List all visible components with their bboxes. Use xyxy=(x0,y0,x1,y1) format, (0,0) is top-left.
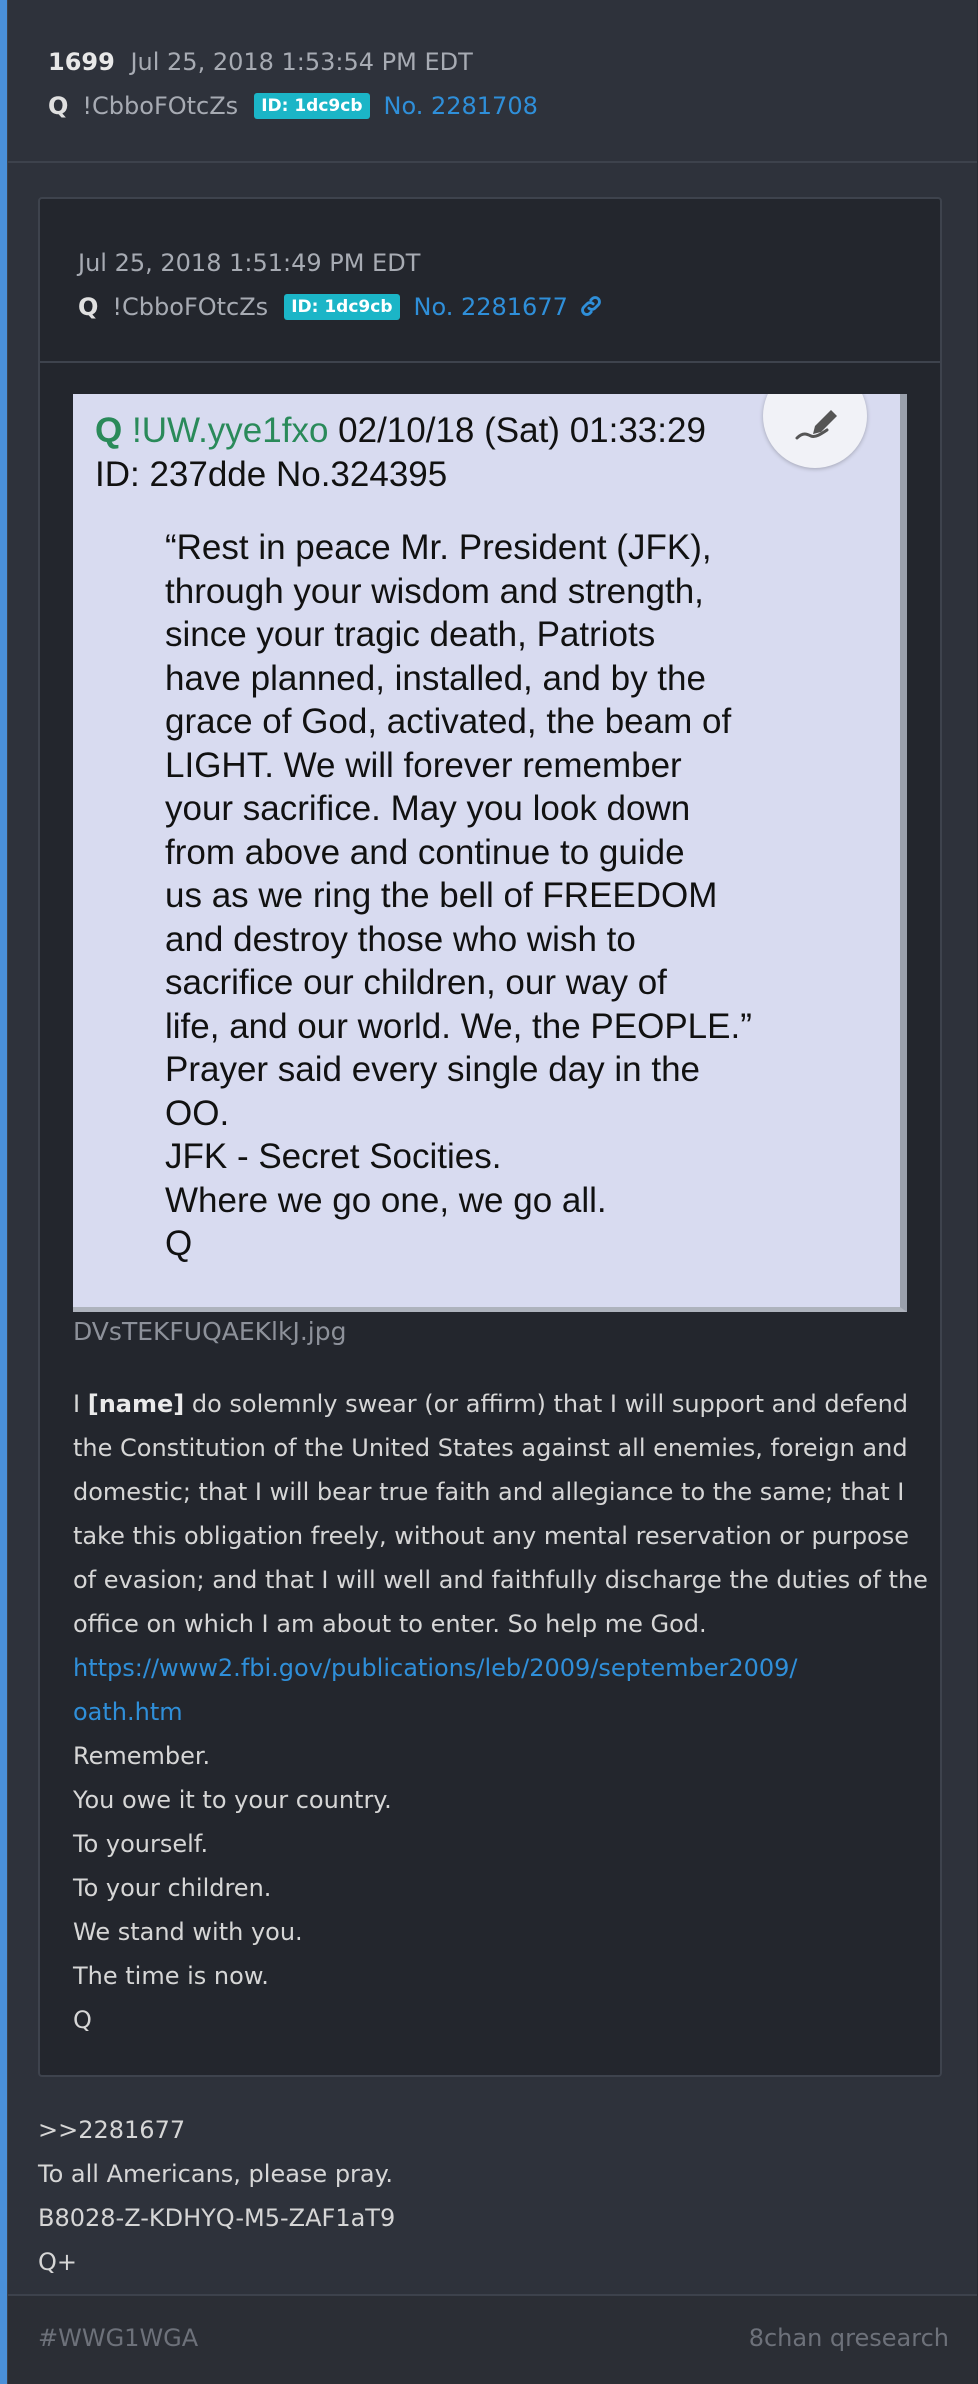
page-frame: 1699 Jul 25, 2018 1:53:54 PM EDT Q !Cbbo… xyxy=(0,0,978,2384)
post-date: Jul 25, 2018 1:53:54 PM EDT xyxy=(130,48,473,76)
source-label: 8chan qresearch xyxy=(748,2324,949,2352)
post-body: >>2281677 To all Americans, please pray.… xyxy=(38,2108,395,2284)
body-line: Q xyxy=(73,2006,92,2034)
quoted-post-tripcode: !CbboFOtcZs xyxy=(112,293,269,321)
post-footer: #WWG1WGA 8chan qresearch xyxy=(8,2296,977,2384)
post-header: 1699 Jul 25, 2018 1:53:54 PM EDT Q !Cbbo… xyxy=(48,42,538,126)
image-id-line: ID: 237dde No.324395 xyxy=(95,455,448,494)
accent-bar xyxy=(0,0,7,2384)
image-text-line: Where we go one, we go all. xyxy=(165,1180,607,1220)
quoted-post-id-badge: ID: 1dc9cb xyxy=(284,294,400,320)
reply-line: Q+ xyxy=(38,2248,77,2276)
quoted-post-header: Jul 25, 2018 1:51:49 PM EDT Q !CbboFOtcZ… xyxy=(78,243,604,327)
image-text-line: through your wisdom and strength, xyxy=(165,571,704,611)
quoted-post-body: I [name] do solemnly swear (or affirm) t… xyxy=(73,1382,933,2042)
image-text-line: us as we ring the bell of FREEDOM xyxy=(165,876,718,915)
post-author: Q xyxy=(48,92,69,120)
image-text-line: and destroy those who wish to xyxy=(165,919,636,959)
post-tripcode: !CbboFOtcZs xyxy=(82,92,239,120)
image-text-line: from above and continue to guide xyxy=(165,832,685,872)
body-line: You owe it to your country. xyxy=(73,1786,392,1814)
image-text-body: “Rest in peace Mr. President (JFK), thro… xyxy=(165,526,845,1266)
image-text-line: life, and our world. We, the PEOPLE.” xyxy=(165,1006,752,1046)
quoted-post-number-link[interactable]: No. 2281677 xyxy=(414,287,568,327)
oath-prefix: I xyxy=(73,1390,88,1418)
image-text-line: LIGHT. We will forever remember xyxy=(165,745,682,785)
fbi-oath-link-part1[interactable]: https://www2.fbi.gov/publications/leb/20… xyxy=(73,1654,798,1682)
attached-image[interactable]: Q !UW.yye1fxo 02/10/18 (Sat) 01:33:29 ID… xyxy=(73,394,907,1312)
body-line: To your children. xyxy=(73,1874,272,1902)
image-text-line: since your tragic death, Patriots xyxy=(165,615,656,654)
image-text-line: JFK - Secret Socities. xyxy=(165,1137,502,1176)
image-text-line: have planned, installed, and by the xyxy=(165,658,706,698)
quoted-post-author: Q xyxy=(78,293,99,321)
hashtag-label: #WWG1WGA xyxy=(38,2324,199,2352)
image-text-line: your sacrifice. May you look down xyxy=(165,789,691,828)
quoted-post-date: Jul 25, 2018 1:51:49 PM EDT xyxy=(78,249,421,277)
image-text-line: Q xyxy=(165,1224,193,1263)
link-icon[interactable] xyxy=(578,287,604,327)
fbi-oath-link[interactable]: https://www2.fbi.gov/publications/leb/20… xyxy=(73,1646,933,1734)
post-number-link[interactable]: No. 2281708 xyxy=(384,86,538,126)
image-text-line: sacrifice our children, our way of xyxy=(165,963,667,1002)
body-line: To yourself. xyxy=(73,1830,209,1858)
reply-backlink[interactable]: >>2281677 xyxy=(38,2108,395,2152)
post-number: 1699 xyxy=(48,48,115,76)
fbi-oath-link-part2[interactable]: oath.htm xyxy=(73,1698,183,1726)
oath-paragraph: I [name] do solemnly swear (or affirm) t… xyxy=(73,1382,933,1646)
signature-pen-icon xyxy=(763,394,867,468)
image-text-line: OO. xyxy=(165,1093,230,1133)
reply-line: B8028-Z-KDHYQ-M5-ZAF1aT9 xyxy=(38,2204,396,2232)
image-timestamp: 02/10/18 (Sat) 01:33:29 xyxy=(338,411,706,450)
post-card: 1699 Jul 25, 2018 1:53:54 PM EDT Q !Cbbo… xyxy=(7,0,977,2384)
body-line: Remember. xyxy=(73,1742,211,1770)
oath-text: do solemnly swear (or affirm) that I wil… xyxy=(73,1390,928,1638)
image-filename[interactable]: DVsTEKFUQAEKlkJ.jpg xyxy=(73,1317,346,1346)
reply-line: To all Americans, please pray. xyxy=(38,2160,394,2188)
image-text-line: grace of God, activated, the beam of xyxy=(165,702,732,741)
body-line: We stand with you. xyxy=(73,1918,303,1946)
image-text-line: Prayer said every single day in the xyxy=(165,1050,700,1089)
oath-name-placeholder: [name] xyxy=(87,1390,185,1418)
image-tripcode: !UW.yye1fxo xyxy=(131,411,329,450)
body-line: The time is now. xyxy=(73,1962,269,1990)
post-id-badge: ID: 1dc9cb xyxy=(254,93,370,119)
header-divider xyxy=(8,161,977,163)
image-q-label: Q xyxy=(95,411,123,450)
image-text-line: “Rest in peace Mr. President (JFK), xyxy=(165,528,712,567)
quoted-post: Jul 25, 2018 1:51:49 PM EDT Q !CbboFOtcZ… xyxy=(38,197,942,2077)
quoted-header-divider xyxy=(40,361,940,363)
